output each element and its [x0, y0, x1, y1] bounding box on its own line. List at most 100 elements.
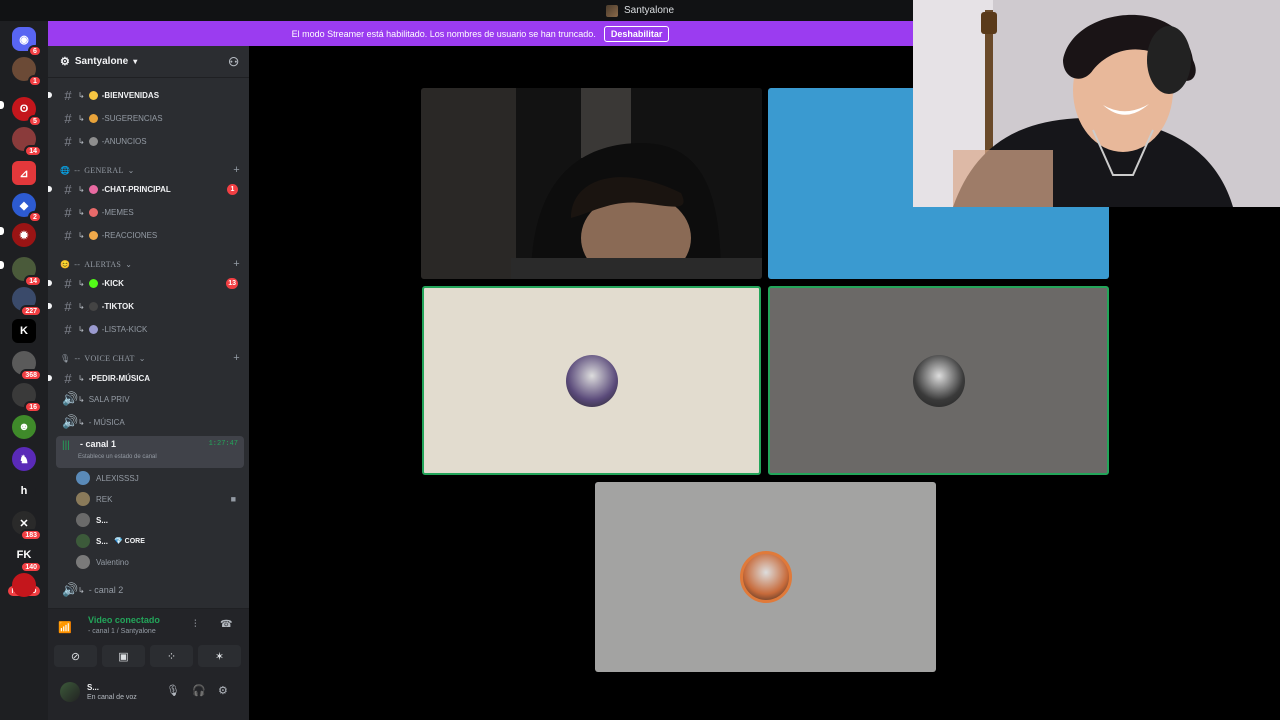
- set-channel-status[interactable]: Establece un estado de canal: [78, 454, 157, 460]
- speaker-icon: 🔊: [62, 391, 79, 406]
- gear-icon[interactable]: ⚙: [218, 684, 228, 697]
- avatar-tile-silver[interactable]: [595, 482, 936, 672]
- channel-item[interactable]: # ↳ -REACCIONES: [56, 225, 244, 245]
- category-voice[interactable]: 🎙 -- VOICE CHAT ⌄ +: [60, 350, 244, 366]
- server-bottom-icon[interactable]: [12, 573, 36, 597]
- voice-user[interactable]: S... 💎 CORE: [76, 531, 244, 551]
- server-avatar-1-icon[interactable]: 1: [12, 57, 42, 87]
- channel-item[interactable]: # ↳ -TIKTOK: [48, 296, 244, 316]
- headphones-icon[interactable]: 🎧: [192, 684, 206, 697]
- voice-user-name: S...: [96, 536, 109, 546]
- server-h-icon[interactable]: h: [12, 479, 36, 503]
- server-red-3-icon[interactable]: ✹: [12, 223, 36, 247]
- server-fk-icon[interactable]: FK 140: [12, 543, 42, 573]
- server-red-2-icon[interactable]: ⊿: [12, 161, 36, 185]
- server-avatar-3-icon[interactable]: 14: [12, 257, 42, 287]
- avatar-tile-cream[interactable]: [422, 286, 761, 475]
- channel-item[interactable]: # ↳ -KICK 13: [48, 273, 244, 293]
- server-glyph: ⊿: [19, 167, 29, 180]
- camera-off-button[interactable]: ⊘: [54, 645, 97, 667]
- invite-people-icon[interactable]: ⚇: [228, 55, 239, 69]
- screen-share-button[interactable]: ▣: [102, 645, 145, 667]
- server-avatar-6-icon[interactable]: 16: [12, 383, 42, 413]
- create-channel-icon[interactable]: +: [233, 258, 240, 270]
- channel-label: -SUGERENCIAS: [101, 113, 163, 123]
- server-avatar-2-icon[interactable]: 14: [12, 127, 42, 157]
- category-emoji-icon: 😊: [60, 259, 71, 269]
- voice-user[interactable]: REK ■: [76, 489, 244, 509]
- create-channel-icon[interactable]: +: [233, 352, 240, 364]
- hashtag-icon: #: [64, 370, 72, 386]
- microphone-icon[interactable]: 🎙: [166, 684, 180, 697]
- unread-pill: [0, 101, 4, 109]
- channel-item[interactable]: # ↳ -SUGERENCIAS: [56, 108, 244, 128]
- screen-share-icon: ▣: [118, 650, 129, 663]
- streamer-mode-banner: El modo Streamer está habilitado. Los no…: [48, 21, 913, 46]
- soundboard-button[interactable]: ✶: [198, 645, 241, 667]
- server-glyph: ʘ: [19, 103, 29, 115]
- voice-timer: 1:27:47: [208, 440, 238, 448]
- server-kick-icon[interactable]: K: [12, 319, 36, 343]
- server-green-icon[interactable]: ☻: [12, 415, 36, 439]
- signal-icon[interactable]: 📶: [58, 621, 72, 634]
- server-avatar-5-icon[interactable]: 368: [12, 351, 42, 381]
- server-purple-icon[interactable]: ♞: [12, 447, 36, 471]
- category-alertas[interactable]: 😊 -- ALERTAS ⌄ +: [60, 256, 244, 272]
- server-header[interactable]: ⚙ Santyalone ▾ ⚇: [48, 46, 249, 78]
- server-avatar-4-icon[interactable]: 227: [12, 287, 42, 317]
- server-avatar-icon: [605, 4, 618, 17]
- channel-label: - canal 2: [88, 585, 124, 595]
- voice-user[interactable]: S...: [76, 510, 244, 530]
- disconnect-icon[interactable]: ☎: [220, 619, 232, 630]
- thread-branch-icon: ↳: [78, 324, 85, 334]
- camera-tile-user[interactable]: [421, 88, 762, 279]
- noise-suppression-icon[interactable]: ⫶: [194, 619, 197, 630]
- voice-channel-canal-1[interactable]: ||| - canal 1 1:27:47 Establece un estado d…: [56, 436, 244, 468]
- channel-label: -TIKTOK: [101, 301, 134, 311]
- server-glyph: ✹: [19, 229, 29, 242]
- unread-pill: [0, 261, 4, 269]
- user-avatar: [739, 551, 792, 603]
- voice-user-name: ALEXISSSJ: [96, 473, 139, 483]
- avatar-tile-gray[interactable]: [768, 286, 1109, 475]
- server-rail: NUEVO ◉61ʘ514⊿◆2✹14227K36816☻♞h✕183FK140: [0, 21, 48, 720]
- channel-item[interactable]: # ↳ -CHAT-PRINCIPAL 1: [48, 179, 244, 199]
- voice-user[interactable]: Valentino: [76, 552, 244, 572]
- channel-item[interactable]: # ↳ -MEMES: [56, 202, 244, 222]
- category-label: GENERAL: [84, 165, 124, 175]
- create-channel-icon[interactable]: +: [233, 164, 240, 176]
- server-red-1-icon[interactable]: ʘ5: [12, 97, 42, 127]
- channel-item[interactable]: # ↳ -BIENVENIDAS: [48, 85, 244, 105]
- mention-count-badge: 13: [226, 277, 238, 289]
- unread-badge: 368: [20, 369, 42, 381]
- channel-item[interactable]: 🔊 ↳ SALA PRIV: [56, 389, 244, 409]
- channel-emoji-icon: [88, 184, 98, 194]
- window-title: Santyalone: [623, 5, 675, 16]
- voice-connected-panel: 📶 Video conectado - canal 1 / Santyalone…: [48, 608, 249, 672]
- server-glyph: h: [20, 485, 28, 497]
- server-glyph: K: [20, 325, 28, 337]
- category-dashes: --: [74, 353, 81, 363]
- channel-item[interactable]: 🔊 ↳ - canal 2: [56, 580, 244, 600]
- user-avatar: [565, 354, 618, 407]
- channel-item[interactable]: # ↳ -LISTA-KICK: [56, 319, 244, 339]
- server-blue-1-icon[interactable]: ◆ 2: [12, 193, 42, 223]
- avatar[interactable]: [60, 682, 80, 702]
- channel-item[interactable]: # ↳ -PEDIR-MÚSICA: [48, 368, 244, 388]
- disable-streamer-button[interactable]: Deshabilitar: [603, 25, 670, 42]
- channel-item[interactable]: 🔊 ↳ - MÚSICA: [56, 412, 244, 432]
- thread-branch-icon: ↳: [78, 394, 85, 404]
- voice-user[interactable]: ALEXISSSJ: [76, 468, 244, 488]
- channel-emoji-icon: [88, 207, 98, 217]
- activities-icon: ⁘: [166, 650, 177, 663]
- channel-item[interactable]: # ↳ -ANUNCIOS: [56, 131, 244, 151]
- thread-branch-icon: ↳: [78, 136, 85, 146]
- activities-button[interactable]: ⁘: [150, 645, 193, 667]
- user-panel: S... En canal de voz 🎙 🎧 ⚙: [48, 672, 249, 720]
- channel-label: -BIENVENIDAS: [101, 90, 160, 100]
- voice-activity-icon: |||: [62, 440, 70, 451]
- category-general[interactable]: 🌐 -- GENERAL ⌄ +: [60, 162, 244, 178]
- server-avatar-7-icon[interactable]: ✕ 183: [12, 511, 42, 541]
- unread-badge: 227: [20, 305, 42, 317]
- discord-home-icon[interactable]: ◉ 6: [12, 27, 42, 57]
